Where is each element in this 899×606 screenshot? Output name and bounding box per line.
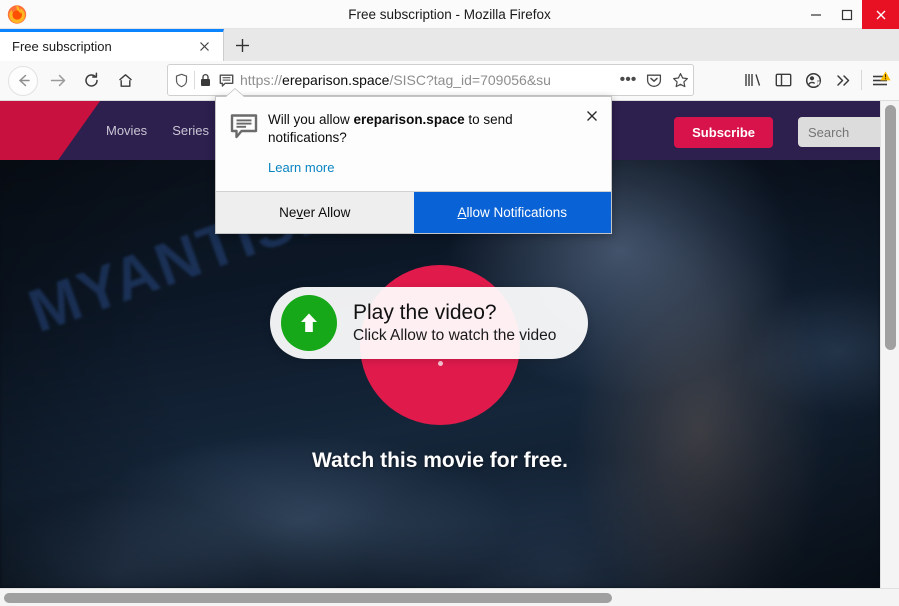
url-bar[interactable]: https://ereparison.space/SISC?tag_id=709… bbox=[167, 64, 694, 96]
vertical-scrollbar[interactable] bbox=[880, 101, 899, 588]
toolbar-divider bbox=[861, 70, 862, 90]
toolbar-right-icons bbox=[738, 64, 895, 96]
url-host: ereparison.space bbox=[282, 72, 390, 88]
notification-bubble-icon-large bbox=[230, 111, 264, 177]
never-allow-pre: Ne bbox=[279, 205, 297, 221]
url-text[interactable]: https://ereparison.space/SISC?tag_id=709… bbox=[240, 72, 615, 88]
library-icon[interactable] bbox=[738, 65, 768, 95]
play-prompt-title: Play the video? bbox=[353, 300, 497, 324]
permission-question-prefix: Will you allow bbox=[268, 112, 354, 127]
allow-accesskey: A bbox=[457, 205, 467, 221]
allow-notifications-button[interactable]: Allow Notifications bbox=[413, 192, 611, 234]
home-button[interactable] bbox=[110, 66, 140, 96]
url-scheme: https:// bbox=[240, 72, 283, 88]
tab-bar: Free subscription bbox=[0, 29, 899, 61]
play-prompt-subtitle: Click Allow to watch the video bbox=[353, 327, 557, 345]
sidebar-icon[interactable] bbox=[768, 65, 798, 95]
allow-post: llow Notifications bbox=[466, 205, 568, 221]
nav-link-movies[interactable]: Movies bbox=[106, 123, 147, 138]
learn-more-link[interactable]: Learn more bbox=[268, 160, 334, 175]
brand-logo-shape bbox=[0, 101, 100, 160]
reload-button[interactable] bbox=[76, 66, 106, 96]
notification-permission-popup: Will you allow ereparison.space to send … bbox=[215, 96, 612, 235]
never-allow-button[interactable]: Ne v er Allow bbox=[216, 192, 414, 234]
horizontal-scrollbar-thumb[interactable] bbox=[4, 593, 612, 603]
tab-title: Free subscription bbox=[12, 39, 112, 54]
hamburger-menu-icon[interactable] bbox=[865, 65, 895, 95]
bookmark-star-icon[interactable] bbox=[667, 67, 693, 93]
hero-center-dot bbox=[438, 361, 443, 366]
close-button[interactable] bbox=[862, 0, 899, 29]
account-sync-icon[interactable] bbox=[798, 65, 828, 95]
minimize-button[interactable] bbox=[800, 0, 831, 29]
pocket-icon[interactable] bbox=[641, 67, 667, 93]
permission-popup-actions: Ne v er Allow Allow Notifications bbox=[216, 191, 611, 234]
search-input[interactable] bbox=[798, 117, 880, 147]
window-controls bbox=[800, 0, 899, 29]
warning-triangle-icon bbox=[880, 68, 891, 81]
permission-popup-close-icon[interactable] bbox=[583, 107, 601, 125]
firefox-window: Free subscription - Mozilla Firefox Free… bbox=[0, 0, 899, 606]
tracking-protection-shield-icon[interactable] bbox=[168, 73, 194, 88]
url-path: /SISC?tag_id=709056&su bbox=[389, 72, 551, 88]
play-video-prompt[interactable]: Play the video? Click Allow to watch the… bbox=[270, 287, 588, 359]
subscribe-button[interactable]: Subscribe bbox=[674, 117, 773, 148]
new-tab-button[interactable] bbox=[224, 29, 260, 61]
permission-popup-body: Will you allow ereparison.space to send … bbox=[216, 97, 611, 191]
play-prompt-text: Play the video? Click Allow to watch the… bbox=[353, 301, 556, 345]
tab-free-subscription[interactable]: Free subscription bbox=[0, 29, 224, 61]
window-title: Free subscription - Mozilla Firefox bbox=[348, 7, 551, 22]
back-button[interactable] bbox=[8, 65, 38, 96]
vertical-scrollbar-thumb[interactable] bbox=[885, 105, 896, 350]
chevron-double-right-icon[interactable] bbox=[828, 65, 858, 95]
nav-link-series[interactable]: Series bbox=[172, 123, 209, 138]
permission-popup-content: Will you allow ereparison.space to send … bbox=[264, 111, 597, 177]
permission-question-domain: ereparison.space bbox=[353, 112, 465, 127]
permission-question: Will you allow ereparison.space to send … bbox=[268, 111, 579, 147]
lock-icon[interactable] bbox=[195, 73, 215, 87]
title-bar: Free subscription - Mozilla Firefox bbox=[0, 0, 899, 29]
horizontal-scrollbar[interactable] bbox=[0, 588, 899, 606]
page-actions-button[interactable]: ••• bbox=[615, 67, 641, 93]
notification-bubble-icon[interactable] bbox=[215, 73, 237, 88]
never-allow-post: er Allow bbox=[303, 205, 351, 221]
forward-button[interactable] bbox=[42, 66, 72, 96]
hero-caption: Watch this movie for free. bbox=[312, 449, 568, 472]
maximize-button[interactable] bbox=[831, 0, 862, 29]
never-allow-accesskey: v bbox=[296, 205, 304, 221]
tab-close-icon[interactable] bbox=[196, 39, 212, 55]
upload-arrow-icon[interactable] bbox=[281, 295, 337, 351]
permission-popup-arrow bbox=[226, 89, 244, 97]
